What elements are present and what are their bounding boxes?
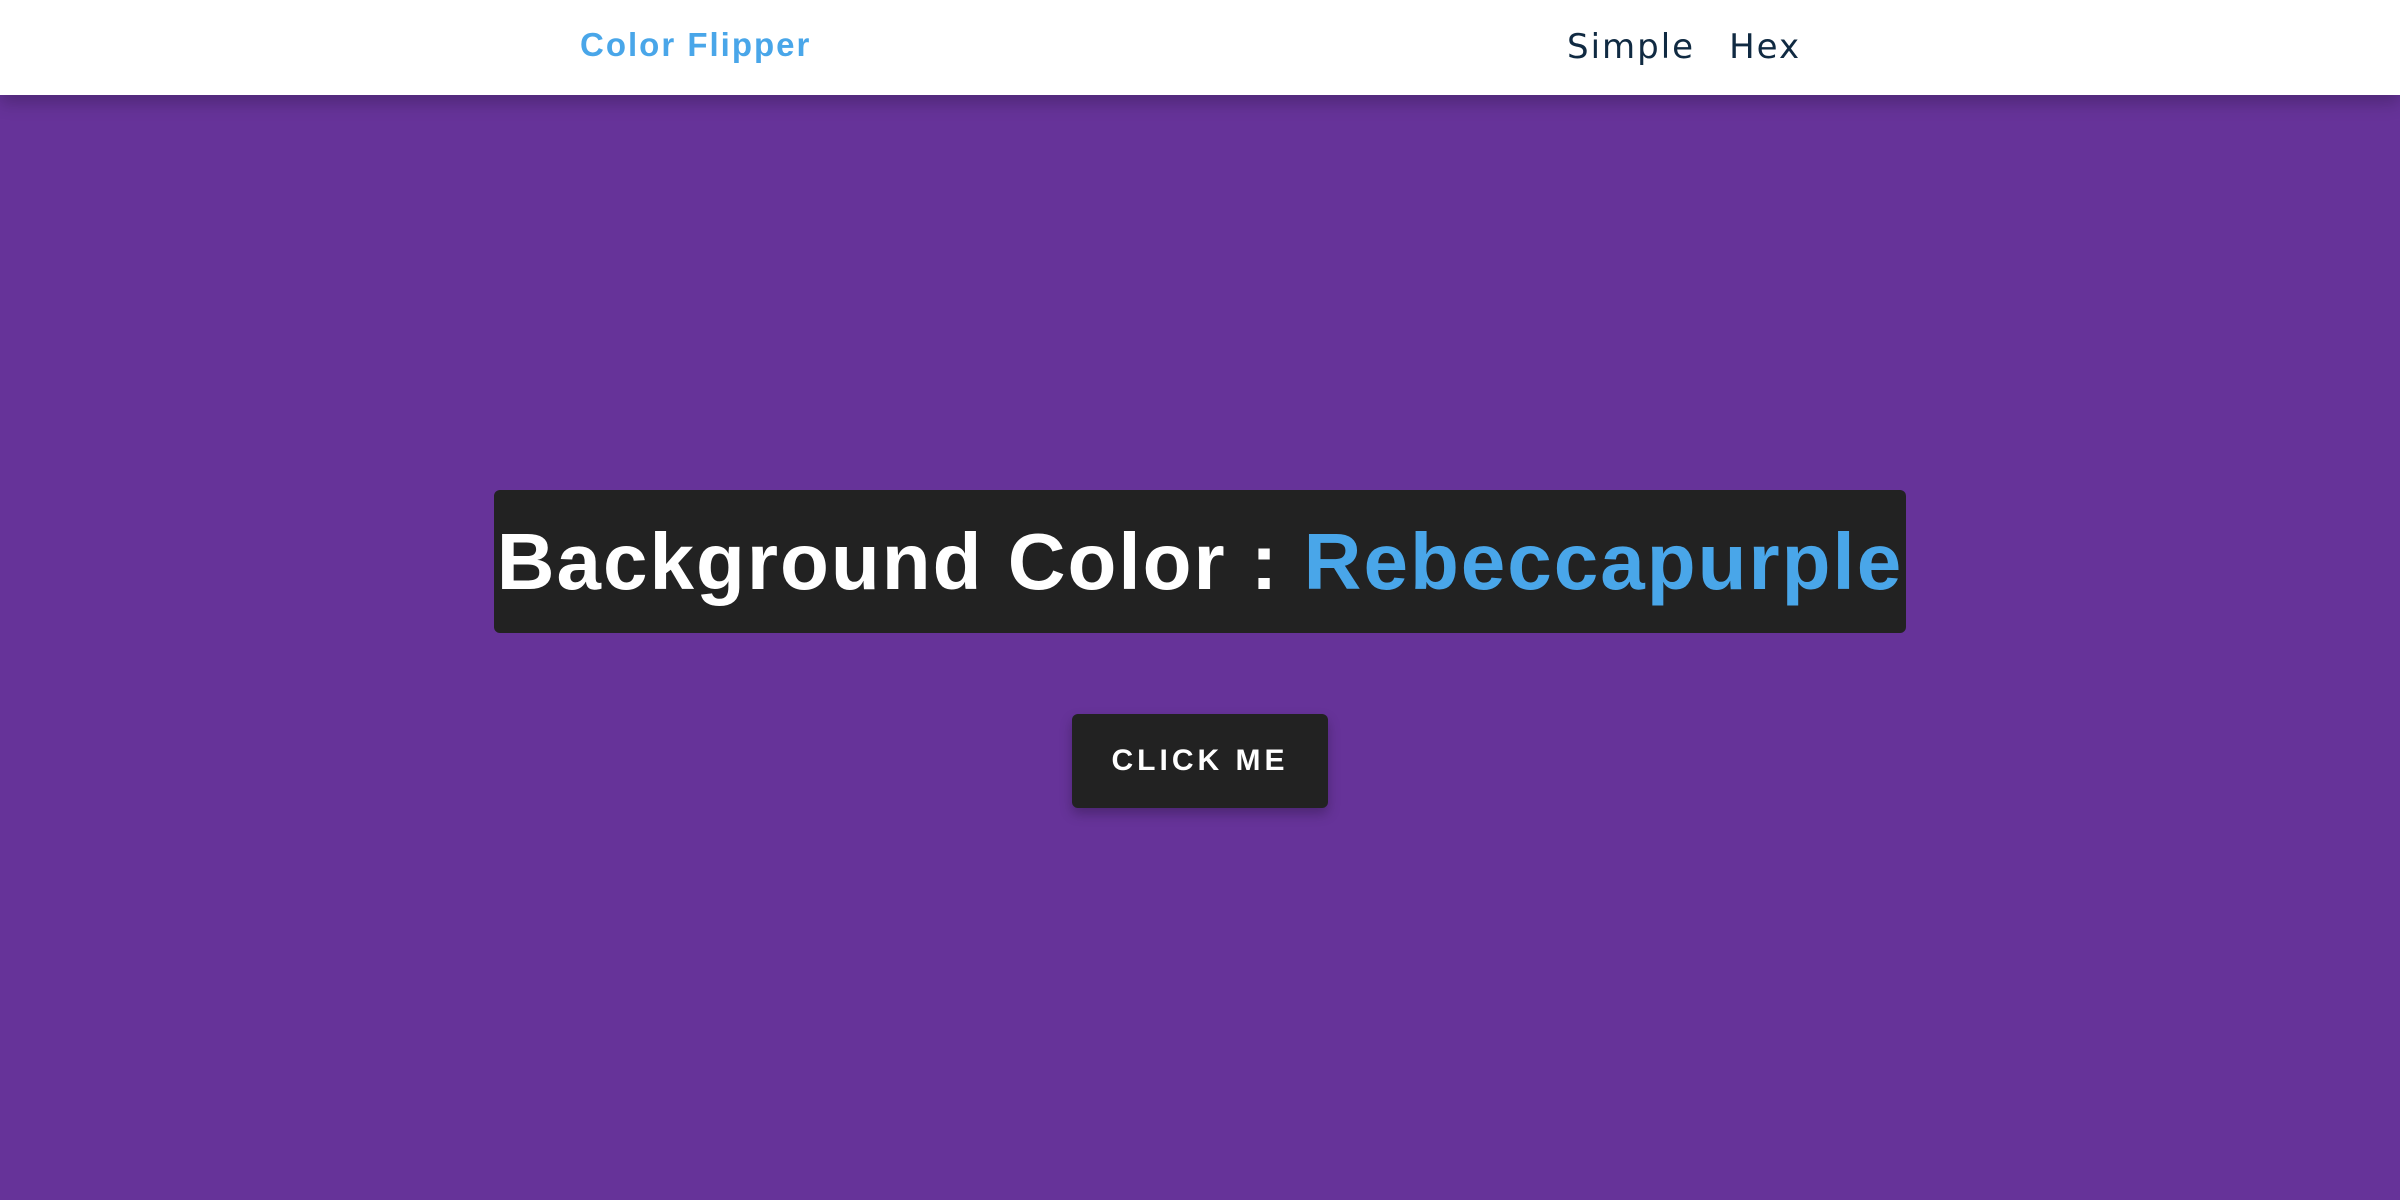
main-content: Background Color : Rebeccapurple CLICK M…	[0, 95, 2400, 1200]
color-name-value: Rebeccapurple	[1303, 516, 1904, 606]
nav-link-hex[interactable]: Hex	[1729, 27, 1801, 67]
background-color-label: Background Color :	[496, 516, 1304, 606]
background-color-heading: Background Color : Rebeccapurple	[497, 516, 1903, 608]
nav-links: Simple Hex	[1567, 27, 1801, 67]
nav-link-simple[interactable]: Simple	[1567, 27, 1695, 67]
color-display-panel: Background Color : Rebeccapurple	[494, 490, 1906, 633]
nav-item-hex: Hex	[1729, 27, 1801, 67]
navbar: Color Flipper Simple Hex	[0, 0, 2400, 95]
click-me-button[interactable]: CLICK ME	[1072, 714, 1328, 808]
nav-item-simple: Simple	[1567, 27, 1695, 67]
brand-logo-link[interactable]: Color Flipper	[580, 26, 811, 64]
